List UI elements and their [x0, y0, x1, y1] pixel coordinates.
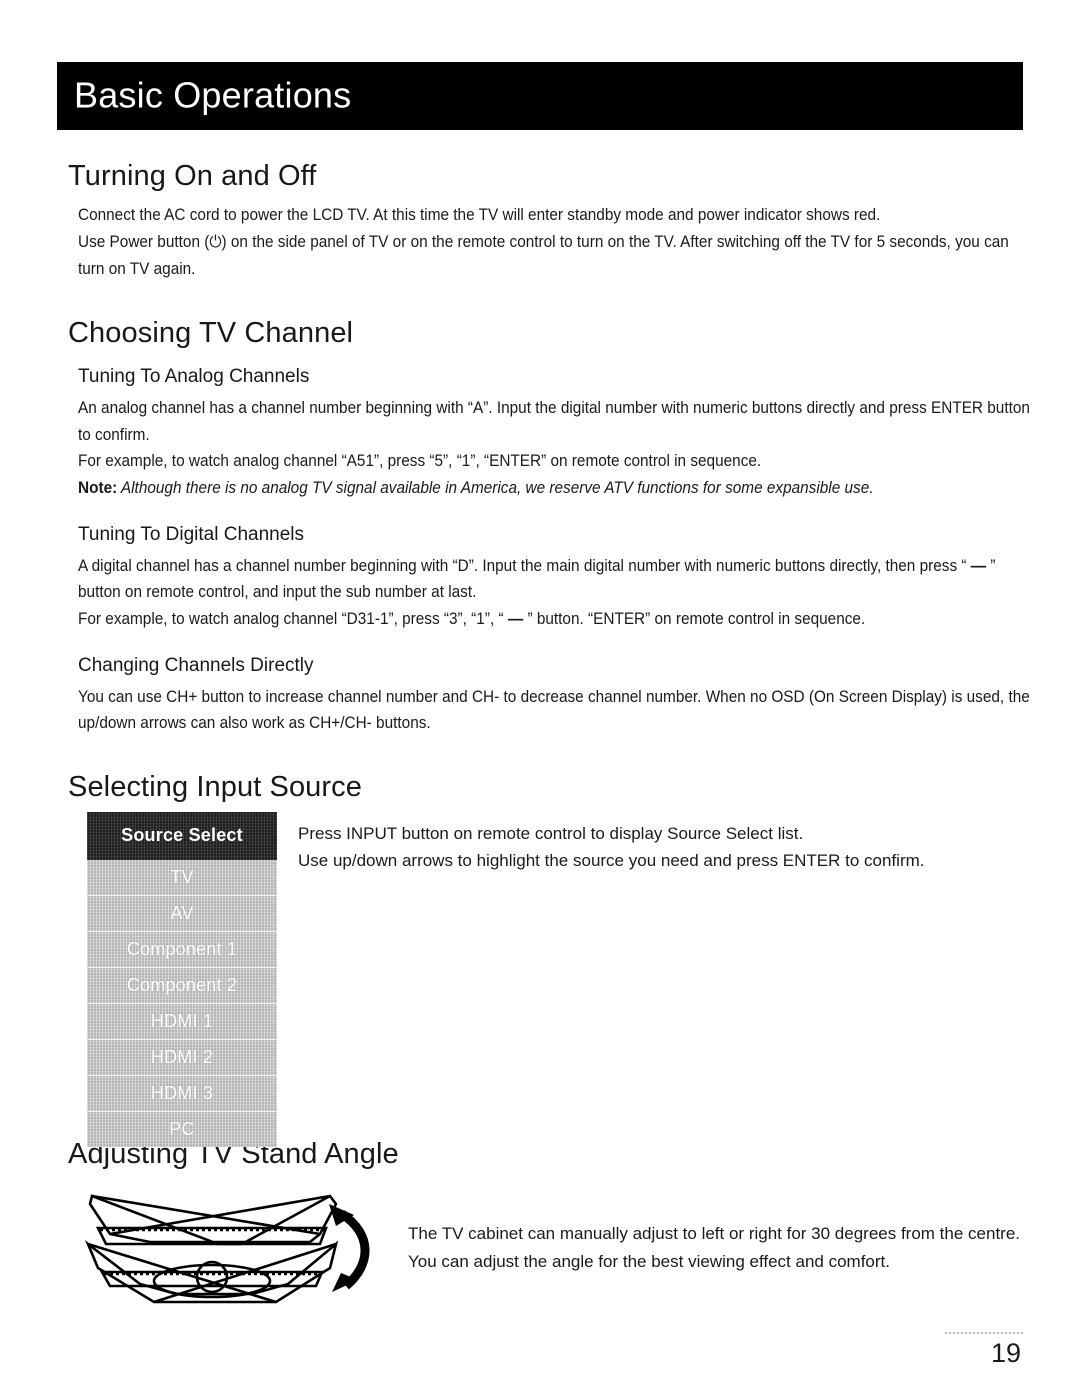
- changing-channels-paragraph: You can use CH+ button to increase chann…: [78, 687, 1030, 733]
- stand-angle-instructions: The TV cabinet can manually adjust to le…: [408, 1220, 1080, 1275]
- subheading-tuning-digital: Tuning To Digital Channels: [78, 523, 305, 545]
- subheading-changing-channels: Changing Channels Directly: [78, 654, 314, 676]
- section-heading-selecting-input-source: Selecting Input Source: [68, 771, 362, 804]
- dash-button-icon: —: [507, 610, 524, 629]
- chapter-banner: Basic Operations: [57, 62, 1023, 130]
- source-item-hdmi-1[interactable]: HDMI 1: [87, 1004, 277, 1040]
- source-item-hdmi-2[interactable]: HDMI 2: [87, 1040, 277, 1076]
- section-heading-choosing-tv-channel: Choosing TV Channel: [68, 316, 354, 349]
- power-icon: ⏻: [209, 233, 222, 252]
- source-select-instructions: Press INPUT button on remote control to …: [298, 820, 1018, 875]
- source-instruction-2: Use up/down arrows to highlight the sour…: [298, 851, 925, 871]
- source-item-pc[interactable]: PC: [87, 1112, 277, 1147]
- footer-divider: [945, 1332, 1023, 1334]
- digital-p1-text-a: A digital channel has a channel number b…: [78, 556, 971, 575]
- analog-paragraph-2: For example, to watch analog channel “A5…: [78, 452, 762, 471]
- dash-button-icon: —: [970, 556, 987, 575]
- source-item-av[interactable]: AV: [87, 896, 277, 932]
- page-footer: 19: [903, 1332, 1023, 1367]
- source-select-menu[interactable]: Source Select TV AV Component 1 Componen…: [87, 811, 277, 1147]
- digital-p2-text-a: For example, to watch analog channel “D3…: [78, 610, 508, 629]
- turning-on-paragraph-2: Use Power button (⏻) on the side panel o…: [78, 229, 1033, 282]
- digital-p2-text-b: ” button. “ENTER” on remote control in s…: [523, 610, 866, 629]
- page-content: Turning On and Off Connect the AC cord t…: [68, 160, 1030, 1322]
- source-item-hdmi-3[interactable]: HDMI 3: [87, 1076, 277, 1112]
- turning-on-paragraph-1: Connect the AC cord to power the LCD TV.…: [78, 206, 881, 225]
- digital-paragraph-1: A digital channel has a channel number b…: [78, 553, 1033, 606]
- source-select-title: Source Select: [87, 811, 277, 860]
- digital-paragraph-2: For example, to watch analog channel “D3…: [78, 606, 1033, 633]
- analog-paragraph-1: An analog channel has a channel number b…: [78, 398, 1030, 444]
- manual-page: Basic Operations Turning On and Off Conn…: [0, 0, 1080, 1395]
- stand-instruction-2: You can adjust the angle for the best vi…: [408, 1251, 890, 1271]
- subheading-tuning-analog: Tuning To Analog Channels: [78, 366, 310, 388]
- analog-note: Note: Although there is no analog TV sig…: [78, 475, 1033, 502]
- tv-stand-rotation-illustration: [84, 1194, 370, 1304]
- section-heading-turning-on-and-off: Turning On and Off: [68, 160, 317, 192]
- stand-instruction-1: The TV cabinet can manually adjust to le…: [408, 1224, 1021, 1244]
- turning-on-text-before-icon: Use Power button (: [78, 233, 210, 252]
- page-number: 19: [990, 1338, 1021, 1368]
- chapter-title: Basic Operations: [74, 74, 352, 116]
- source-instruction-1: Press INPUT button on remote control to …: [298, 823, 804, 843]
- source-item-component-1[interactable]: Component 1: [87, 932, 277, 968]
- source-item-component-2[interactable]: Component 2: [87, 968, 277, 1004]
- source-item-tv[interactable]: TV: [87, 860, 277, 896]
- source-select-block: Source Select TV AV Component 1 Componen…: [87, 811, 1028, 1147]
- note-text: Although there is no analog TV signal av…: [117, 479, 874, 498]
- stand-angle-block: The TV cabinet can manually adjust to le…: [68, 1182, 1028, 1322]
- note-label: Note:: [78, 479, 118, 498]
